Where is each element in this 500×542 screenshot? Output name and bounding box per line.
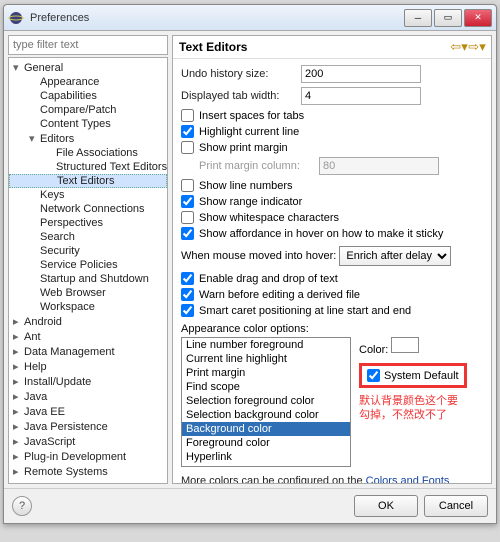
- more-colors-text: More colors can be configured on the Col…: [181, 475, 483, 483]
- maximize-button[interactable]: ▭: [434, 9, 462, 27]
- smart-caret-label: Smart caret positioning at line start an…: [199, 305, 411, 317]
- preferences-tree[interactable]: ▾GeneralAppearanceCapabilitiesCompare/Pa…: [8, 57, 168, 484]
- color-swatch-button[interactable]: [391, 337, 419, 353]
- insert-spaces-label: Insert spaces for tabs: [199, 110, 304, 122]
- color-option[interactable]: Print margin: [182, 366, 350, 380]
- tree-item-install-update[interactable]: ▸Install/Update: [9, 374, 167, 389]
- range-indicator-checkbox[interactable]: [181, 195, 194, 208]
- tree-item-service-policies[interactable]: Service Policies: [9, 258, 167, 272]
- tree-item-data-management[interactable]: ▸Data Management: [9, 344, 167, 359]
- tree-item-java[interactable]: ▸Java: [9, 389, 167, 404]
- right-pane: Text Editors ⇦▾ ⇨▾ Undo history size: Di…: [172, 35, 492, 484]
- margin-column-label: Print margin column:: [199, 160, 319, 172]
- hover-mode-select[interactable]: Enrich after delay: [339, 246, 451, 266]
- tree-item-compare-patch[interactable]: Compare/Patch: [9, 103, 167, 117]
- filter-input[interactable]: [8, 35, 168, 55]
- tree-item-javascript[interactable]: ▸JavaScript: [9, 434, 167, 449]
- tree-item-file-associations[interactable]: File Associations: [9, 146, 167, 160]
- tree-item-ant[interactable]: ▸Ant: [9, 329, 167, 344]
- tree-item-structured-text-editors[interactable]: Structured Text Editors: [9, 160, 167, 174]
- help-button[interactable]: ?: [12, 496, 32, 516]
- undo-history-label: Undo history size:: [181, 68, 301, 80]
- warn-derived-label: Warn before editing a derived file: [199, 289, 360, 301]
- forward-arrow-icon[interactable]: ⇨▾: [469, 40, 485, 54]
- color-option[interactable]: Selection background color: [182, 408, 350, 422]
- drag-drop-label: Enable drag and drop of text: [199, 273, 338, 285]
- tree-item-content-types[interactable]: Content Types: [9, 117, 167, 131]
- tree-item-remote-systems[interactable]: ▸Remote Systems: [9, 464, 167, 479]
- line-numbers-checkbox[interactable]: [181, 179, 194, 192]
- print-margin-label: Show print margin: [199, 142, 288, 154]
- colors-fonts-link[interactable]: Colors and Fonts: [366, 475, 450, 483]
- hover-mode-label: When mouse moved into hover:: [181, 250, 336, 262]
- system-default-label: System Default: [384, 370, 459, 382]
- tree-item-network-connections[interactable]: Network Connections: [9, 202, 167, 216]
- tree-item-android[interactable]: ▸Android: [9, 314, 167, 329]
- whitespace-label: Show whitespace characters: [199, 212, 339, 224]
- tree-item-search[interactable]: Search: [9, 230, 167, 244]
- drag-drop-checkbox[interactable]: [181, 272, 194, 285]
- tree-item-java-ee[interactable]: ▸Java EE: [9, 404, 167, 419]
- color-option[interactable]: Hyperlink: [182, 450, 350, 464]
- tree-item-appearance[interactable]: Appearance: [9, 75, 167, 89]
- page-title: Text Editors: [179, 40, 449, 54]
- appearance-color-list[interactable]: Line number foregroundCurrent line highl…: [181, 337, 351, 467]
- tree-item-general[interactable]: ▾General: [9, 60, 167, 75]
- cancel-button[interactable]: Cancel: [424, 495, 488, 517]
- highlight-line-label: Highlight current line: [199, 126, 299, 138]
- whitespace-checkbox[interactable]: [181, 211, 194, 224]
- tree-item-startup-and-shutdown[interactable]: Startup and Shutdown: [9, 272, 167, 286]
- system-default-highlight: System Default: [359, 363, 467, 388]
- tree-item-web-browser[interactable]: Web Browser: [9, 286, 167, 300]
- color-option[interactable]: Find scope: [182, 380, 350, 394]
- eclipse-icon: [8, 10, 24, 26]
- range-indicator-label: Show range indicator: [199, 196, 302, 208]
- left-pane: ▾GeneralAppearanceCapabilitiesCompare/Pa…: [8, 35, 168, 484]
- tab-width-label: Displayed tab width:: [181, 90, 301, 102]
- tab-width-input[interactable]: [301, 87, 421, 105]
- window-title: Preferences: [30, 12, 402, 24]
- hover-affordance-checkbox[interactable]: [181, 227, 194, 240]
- color-option[interactable]: Selection foreground color: [182, 394, 350, 408]
- undo-history-input[interactable]: [301, 65, 421, 83]
- preferences-window: Preferences ─ ▭ ✕ ▾GeneralAppearanceCapa…: [3, 4, 497, 524]
- color-option[interactable]: Background color: [182, 422, 350, 436]
- tree-item-help[interactable]: ▸Help: [9, 359, 167, 374]
- appearance-options-label: Appearance color options:: [181, 323, 483, 335]
- tree-item-text-editors[interactable]: Text Editors: [9, 174, 167, 188]
- smart-caret-checkbox[interactable]: [181, 304, 194, 317]
- insert-spaces-checkbox[interactable]: [181, 109, 194, 122]
- footer: ? OK Cancel: [4, 488, 496, 523]
- warn-derived-checkbox[interactable]: [181, 288, 194, 301]
- system-default-checkbox[interactable]: [367, 369, 380, 382]
- tree-item-perspectives[interactable]: Perspectives: [9, 216, 167, 230]
- color-option[interactable]: Current line highlight: [182, 352, 350, 366]
- tree-item-java-persistence[interactable]: ▸Java Persistence: [9, 419, 167, 434]
- color-option[interactable]: Line number foreground: [182, 338, 350, 352]
- tree-item-plug-in-development[interactable]: ▸Plug-in Development: [9, 449, 167, 464]
- back-arrow-icon[interactable]: ⇦▾: [451, 40, 467, 54]
- close-button[interactable]: ✕: [464, 9, 492, 27]
- color-label: Color:: [359, 344, 388, 356]
- titlebar[interactable]: Preferences ─ ▭ ✕: [4, 5, 496, 31]
- print-margin-checkbox[interactable]: [181, 141, 194, 154]
- tree-item-security[interactable]: Security: [9, 244, 167, 258]
- tree-item-workspace[interactable]: Workspace: [9, 300, 167, 314]
- tree-item-capabilities[interactable]: Capabilities: [9, 89, 167, 103]
- tree-item-keys[interactable]: Keys: [9, 188, 167, 202]
- highlight-line-checkbox[interactable]: [181, 125, 194, 138]
- margin-column-input: [319, 157, 439, 175]
- ok-button[interactable]: OK: [354, 495, 418, 517]
- annotation-text: 默认背景颜色这个要 勾掉，不然改不了: [359, 394, 483, 423]
- color-option[interactable]: Foreground color: [182, 436, 350, 450]
- minimize-button[interactable]: ─: [404, 9, 432, 27]
- line-numbers-label: Show line numbers: [199, 180, 293, 192]
- tree-item-editors[interactable]: ▾Editors: [9, 131, 167, 146]
- hover-affordance-label: Show affordance in hover on how to make …: [199, 228, 443, 240]
